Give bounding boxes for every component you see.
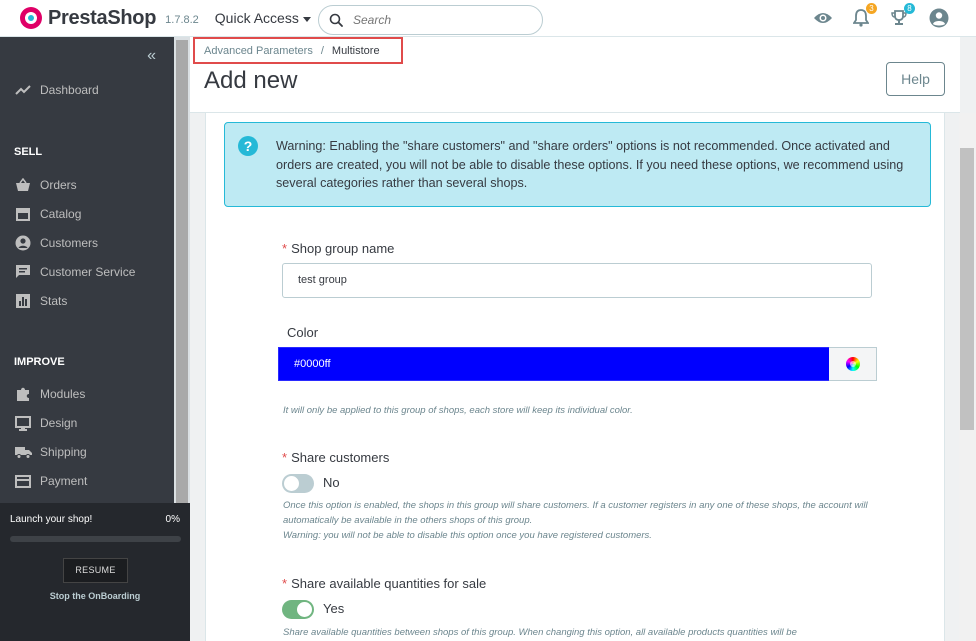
- sidebar-item-label: Modules: [40, 387, 86, 401]
- required-marker: *: [282, 576, 288, 591]
- share-customers-warning-line: Warning: you will not be able to disable…: [283, 530, 652, 541]
- collapse-sidebar-icon[interactable]: «: [147, 47, 156, 65]
- account-icon: [929, 8, 949, 28]
- search-input[interactable]: [353, 13, 513, 27]
- sidebar-item-label: Design: [40, 416, 78, 430]
- warning-text: Warning: Enabling the "share customers" …: [276, 139, 904, 190]
- share-customers-state: No: [323, 475, 340, 490]
- sidebar-item-label: Stats: [40, 294, 68, 308]
- chat-icon: [16, 265, 30, 278]
- breadcrumb-parent-link[interactable]: Advanced Parameters: [204, 45, 313, 57]
- credit-card-icon: [15, 474, 31, 488]
- sidebar-item-label: Customer Service: [40, 265, 136, 279]
- shop-group-name-label: * Shop group name: [282, 241, 394, 256]
- version-label: 1.7.8.2: [165, 13, 199, 26]
- notification-badge: 3: [866, 3, 877, 14]
- caret-down-icon: [302, 16, 311, 22]
- stop-onboarding-link[interactable]: Stop the OnBoarding: [0, 591, 190, 601]
- sidebar-item-label: Customers: [40, 236, 99, 250]
- sidebar-item-modules[interactable]: Modules: [14, 385, 85, 403]
- truck-icon: [14, 447, 32, 459]
- onboarding-percent: 0%: [165, 514, 180, 525]
- label-text: Share customers: [291, 450, 390, 465]
- sidebar-section-sell: SELL: [14, 146, 43, 158]
- sidebar-item-customers[interactable]: Customers: [14, 234, 98, 252]
- achievements-button[interactable]: 8: [888, 3, 915, 29]
- toggle-knob: [284, 476, 299, 491]
- share-quantities-state: Yes: [323, 601, 345, 616]
- trophy-badge: 8: [904, 3, 915, 14]
- sidebar-item-payment[interactable]: Payment: [14, 472, 87, 490]
- sidebar-item-label: Orders: [40, 178, 77, 192]
- page-title: Add new: [204, 67, 298, 94]
- warning-alert: ? Warning: Enabling the "share customers…: [224, 122, 931, 207]
- eye-icon: [814, 13, 832, 23]
- label-text: Share available quantities for sale: [291, 576, 487, 591]
- share-quantities-label: * Share available quantities for sale: [282, 576, 486, 591]
- sidebar-item-shipping[interactable]: Shipping: [14, 443, 87, 461]
- onboarding-progress-bar: [10, 536, 181, 542]
- share-customers-label: * Share customers: [282, 450, 389, 465]
- account-button[interactable]: [928, 7, 950, 29]
- share-customers-help: Once this option is enabled, the shops i…: [283, 498, 883, 543]
- desktop-icon: [15, 415, 31, 431]
- sidebar-item-catalog[interactable]: Catalog: [14, 205, 81, 223]
- logo-icon: [20, 7, 42, 29]
- question-icon: ?: [238, 136, 258, 156]
- main-scrollbar-thumb[interactable]: [960, 148, 974, 430]
- breadcrumb: Advanced Parameters / Multistore: [193, 37, 403, 64]
- prestashop-logo[interactable]: PrestaShop 1.7.8.2: [20, 7, 199, 30]
- puzzle-icon: [17, 387, 29, 401]
- required-marker: *: [282, 450, 288, 465]
- breadcrumb-current: Multistore: [331, 44, 380, 57]
- sidebar-item-stats[interactable]: Stats: [14, 292, 67, 310]
- shop-group-name-input[interactable]: test group: [282, 263, 872, 298]
- share-customers-toggle[interactable]: [282, 474, 314, 493]
- share-quantities-toggle[interactable]: [282, 600, 314, 619]
- quick-access-dropdown[interactable]: Quick Access: [215, 10, 311, 26]
- notifications-button[interactable]: 3: [850, 3, 877, 29]
- color-wheel-icon: [845, 357, 860, 371]
- sidebar-section-improve: IMPROVE: [14, 356, 65, 368]
- sidebar-item-customer-service[interactable]: Customer Service: [14, 263, 135, 281]
- required-marker: *: [282, 241, 288, 256]
- search-box[interactable]: [318, 5, 543, 35]
- sidebar-item-orders[interactable]: Orders: [14, 176, 77, 194]
- onboarding-panel: Launch your shop! 0% RESUME Stop the OnB…: [0, 503, 190, 641]
- resume-button[interactable]: RESUME: [63, 558, 128, 583]
- help-button[interactable]: Help: [886, 62, 945, 96]
- sidebar-item-dashboard[interactable]: Dashboard: [14, 81, 99, 99]
- account-circle-icon: [15, 235, 31, 251]
- shop-group-form: ? Warning: Enabling the "share customers…: [205, 113, 945, 641]
- search-icon: [329, 13, 343, 27]
- sidebar-item-label: Payment: [40, 474, 88, 488]
- label-text: Shop group name: [291, 241, 395, 256]
- basket-icon: [16, 178, 30, 191]
- color-label: Color: [287, 325, 319, 340]
- top-header: PrestaShop 1.7.8.2 Quick Access 3 8: [0, 0, 976, 37]
- store-icon: [16, 208, 30, 221]
- page-header: Advanced Parameters / Multistore Add new…: [190, 37, 960, 113]
- brand-name: PrestaShop: [48, 6, 157, 29]
- quick-access-label: Quick Access: [214, 10, 299, 26]
- toggle-knob: [297, 602, 312, 617]
- color-help-text: It will only be applied to this group of…: [283, 405, 633, 416]
- onboarding-title: Launch your shop!: [10, 514, 93, 525]
- sidebar-item-design[interactable]: Design: [14, 414, 77, 432]
- view-shop-button[interactable]: [812, 7, 834, 29]
- trending-up-icon: [15, 85, 31, 95]
- share-quantities-help: Share available quantities between shops…: [283, 627, 797, 638]
- color-picker-button[interactable]: [829, 347, 877, 381]
- sidebar-item-label: Dashboard: [40, 83, 99, 97]
- sidebar-item-label: Catalog: [40, 207, 82, 221]
- color-input[interactable]: #0000ff: [278, 347, 830, 381]
- sidebar-scrollbar-thumb[interactable]: [176, 40, 188, 510]
- share-customers-help-line: Once this option is enabled, the shops i…: [283, 500, 868, 526]
- bar-chart-icon: [16, 294, 30, 308]
- breadcrumb-separator: /: [320, 44, 324, 57]
- sidebar-item-label: Shipping: [40, 445, 87, 459]
